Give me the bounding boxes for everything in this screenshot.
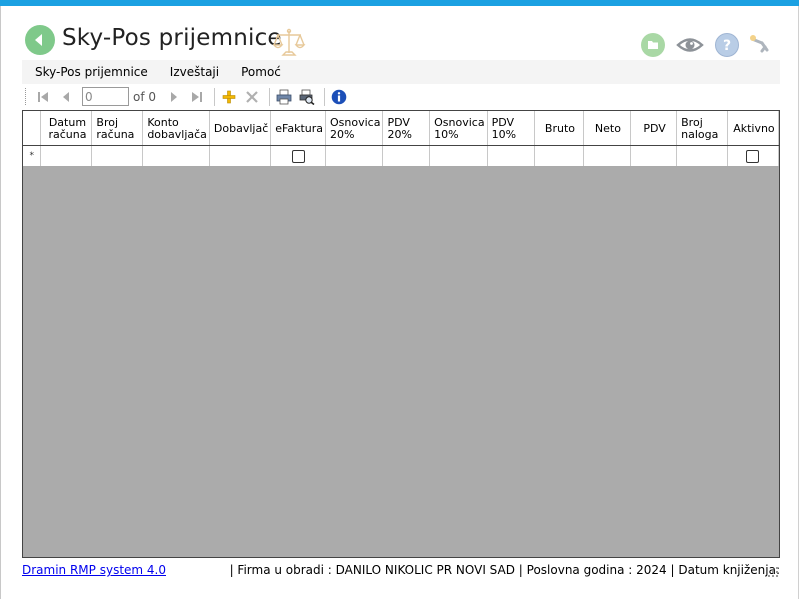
record-position-input[interactable] [82,87,129,106]
last-record-icon [192,91,203,102]
page-header: Sky-Pos prijemnice ? [0,6,799,60]
grid-table: Datum računa Broj računa Konto dobavljač… [23,111,779,167]
column-header-dobavljac[interactable]: Dobavljač [209,111,272,146]
column-header-aktivno[interactable]: Aktivno [727,111,779,146]
page-title: Sky-Pos prijemnice [62,25,282,51]
cell-broj-racuna[interactable] [91,145,144,167]
cell-konto-dobavljaca[interactable] [142,145,210,167]
delete-icon [246,90,258,103]
delete-record-button[interactable] [242,87,262,107]
data-grid[interactable]: Datum računa Broj računa Konto dobavljač… [22,110,780,558]
cell-efaktura[interactable] [270,145,327,167]
back-arrow-icon [35,34,42,46]
column-header-broj-racuna[interactable]: Broj računa [91,111,144,146]
toolbar-separator [214,87,216,106]
column-header-neto[interactable]: Neto [583,111,631,146]
window-left-edge [0,6,1,599]
record-count-label: of 0 [133,89,157,104]
row-header-corner[interactable] [23,111,42,146]
eye-icon[interactable] [676,32,704,58]
scales-icon [272,28,306,56]
cell-aktivno[interactable] [727,145,779,167]
toolbar-separator [269,87,271,106]
grid-header-row: Datum računa Broj računa Konto dobavljač… [23,111,779,146]
print-preview-icon [299,89,315,105]
cell-neto[interactable] [583,145,631,167]
cell-pdv[interactable] [630,145,678,167]
column-header-efaktura[interactable]: eFaktura [270,111,327,146]
column-header-datum-racuna[interactable]: Datum računa [40,111,93,146]
print-button[interactable] [274,87,294,107]
cell-pdv-20[interactable] [382,145,431,167]
first-record-icon [38,91,48,102]
first-record-button[interactable] [33,87,53,107]
column-header-osnovica-20[interactable]: Osnovica 20% [325,111,384,146]
app-version-link[interactable]: Dramin RMP system 4.0 [22,563,228,577]
cell-dobavljac[interactable] [209,145,272,167]
cell-osnovica-20[interactable] [325,145,384,167]
status-info-text: | Firma u obradi : DANILO NIKOLIC PR NOV… [229,563,780,577]
toolbar-separator [324,87,326,106]
efaktura-checkbox[interactable] [291,150,305,163]
toolbar-grip[interactable] [25,88,29,105]
menu-sky-pos-prijemnice[interactable]: Sky-Pos prijemnice [22,65,157,79]
cell-pdv-10[interactable] [487,145,536,167]
print-icon [276,89,292,104]
new-record-row[interactable]: * [23,145,779,167]
add-icon [222,90,236,103]
column-header-konto-dobavljaca[interactable]: Konto dobavljača [142,111,210,146]
column-header-pdv-10[interactable]: PDV 10% [487,111,536,146]
column-header-bruto[interactable]: Bruto [534,111,584,146]
navigation-toolbar: of 0 [22,84,780,109]
info-button[interactable] [329,87,349,107]
new-row-marker[interactable]: * [23,145,42,167]
column-header-broj-naloga[interactable]: Broj naloga [676,111,728,146]
previous-record-icon [63,91,69,102]
column-header-pdv-20[interactable]: PDV 20% [382,111,431,146]
cell-osnovica-10[interactable] [429,145,488,167]
next-record-icon [171,91,178,102]
add-record-button[interactable] [219,87,239,107]
cell-datum-racuna[interactable] [40,145,93,167]
column-header-osnovica-10[interactable]: Osnovica 10% [429,111,488,146]
previous-record-button[interactable] [56,87,76,107]
next-record-button[interactable] [164,87,184,107]
menu-izvestaji[interactable]: Izveštaji [157,65,228,79]
cell-bruto[interactable] [534,145,584,167]
last-record-button[interactable] [187,87,207,107]
menu-pomoc[interactable]: Pomoć [228,65,290,79]
svg-text:?: ? [723,38,731,54]
back-button[interactable] [25,25,55,55]
key-icon[interactable] [748,32,774,58]
aktivno-checkbox[interactable] [746,150,760,163]
info-icon [331,89,347,104]
print-preview-button[interactable] [297,87,317,107]
status-bar: Dramin RMP system 4.0 | Firma u obradi :… [22,560,780,580]
size-grip-icon[interactable] [766,565,780,579]
menu-bar: Sky-Pos prijemnice Izveštaji Pomoć [22,60,780,84]
cell-broj-naloga[interactable] [676,145,728,167]
column-header-pdv[interactable]: PDV [630,111,678,146]
help-icon[interactable]: ? [714,32,740,58]
folder-icon[interactable] [640,32,666,58]
